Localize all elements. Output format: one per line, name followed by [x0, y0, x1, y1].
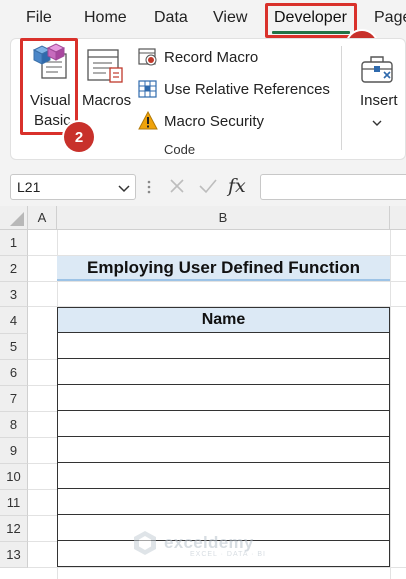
sheet-title-cell[interactable]: Employing User Defined Function	[57, 256, 390, 281]
formula-bar-grip-icon	[147, 179, 151, 200]
record-macro-label: Record Macro	[164, 49, 259, 66]
macros-label: Macros	[82, 92, 132, 109]
gridline	[28, 489, 57, 490]
insert-label: Insert	[360, 92, 398, 109]
row-header-11[interactable]: 11	[0, 490, 28, 516]
gridline	[28, 437, 57, 438]
warning-icon	[138, 110, 158, 136]
watermark: exceldemy EXCEL · DATA · BI	[132, 530, 266, 561]
gridline	[28, 411, 57, 412]
developer-highlight-box	[265, 3, 357, 38]
insert-function-button[interactable]: fx	[228, 175, 246, 197]
gridline	[28, 541, 57, 542]
tab-home[interactable]: Home	[84, 9, 127, 27]
row-header-12[interactable]: 12	[0, 516, 28, 542]
code-group-label: Code	[164, 142, 196, 157]
row-header-6[interactable]: 6	[0, 360, 28, 386]
macros-button[interactable]: Macros	[80, 42, 132, 132]
tab-file[interactable]: File	[26, 9, 52, 27]
formula-bar-buttons: fx	[160, 174, 252, 200]
row-header-5[interactable]: 5	[0, 334, 28, 360]
table-cell[interactable]	[57, 385, 390, 411]
table-cell[interactable]	[57, 333, 390, 359]
formula-input[interactable]	[260, 174, 406, 200]
table-cell[interactable]	[57, 359, 390, 385]
gridline	[28, 463, 57, 464]
macro-security-button[interactable]: Macro Security	[138, 110, 338, 136]
record-macro-icon	[138, 47, 158, 72]
select-all-corner[interactable]	[0, 206, 28, 230]
watermark-logo-icon	[132, 530, 158, 561]
table-cell[interactable]	[57, 437, 390, 463]
visual-basic-highlight-box	[20, 38, 78, 135]
chevron-down-icon	[372, 114, 382, 132]
tab-page-layout[interactable]: Page	[374, 9, 406, 27]
record-macro-button[interactable]: Record Macro	[138, 47, 338, 69]
use-relative-references-label: Use Relative References	[164, 81, 330, 98]
relative-references-icon	[138, 79, 158, 104]
table-cell[interactable]	[57, 411, 390, 437]
ribbon-group-separator	[341, 46, 342, 150]
macros-icon	[86, 46, 126, 91]
tab-data[interactable]: Data	[154, 9, 188, 27]
table-cell[interactable]	[57, 463, 390, 489]
row-header-4[interactable]: 4	[0, 307, 28, 334]
enter-check-icon[interactable]	[198, 177, 218, 200]
table-header-name[interactable]: Name	[57, 307, 390, 333]
row-header-2[interactable]: 2	[0, 256, 28, 282]
tab-view[interactable]: View	[213, 9, 247, 27]
name-box-dropdown-icon[interactable]	[118, 180, 130, 198]
watermark-tagline: EXCEL · DATA · BI	[190, 551, 266, 558]
insert-controls-button[interactable]: Insert	[356, 50, 404, 130]
gridline	[28, 385, 57, 386]
row-header-7[interactable]: 7	[0, 386, 28, 412]
gridline	[28, 567, 406, 568]
gridline	[28, 281, 406, 282]
row-header-13[interactable]: 13	[0, 542, 28, 568]
gridline	[28, 515, 57, 516]
macro-security-label: Macro Security	[164, 113, 265, 130]
use-relative-references-button[interactable]: Use Relative References	[138, 79, 338, 101]
row-header-3[interactable]: 3	[0, 282, 28, 307]
gridline	[390, 230, 391, 579]
row-header-9[interactable]: 9	[0, 438, 28, 464]
watermark-brand: exceldemy	[164, 533, 254, 552]
row-header-1[interactable]: 1	[0, 230, 28, 256]
gridline	[28, 359, 57, 360]
row-header-8[interactable]: 8	[0, 412, 28, 438]
column-header-b[interactable]: B	[57, 206, 390, 230]
row-header-10[interactable]: 10	[0, 464, 28, 490]
toolbox-icon	[360, 50, 396, 91]
table-cell[interactable]	[57, 489, 390, 515]
column-header-a[interactable]: A	[28, 206, 57, 230]
column-header-c[interactable]	[390, 206, 406, 230]
cancel-icon[interactable]	[168, 177, 186, 200]
